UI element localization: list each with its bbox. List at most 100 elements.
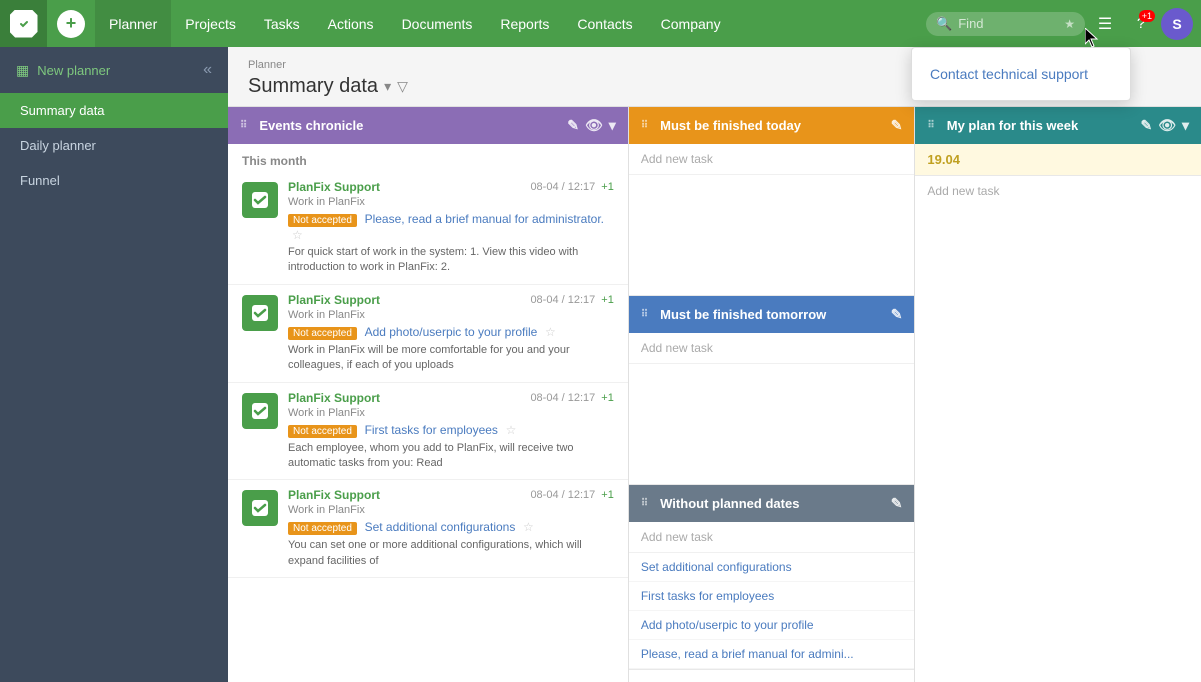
today-empty-area [629,175,915,295]
eye-icon[interactable]: 👁 [585,117,603,134]
today-add-task[interactable]: Add new task [629,144,915,175]
contact-support-link[interactable]: Contact technical support [930,62,1112,86]
event-plus: +1 [601,392,614,404]
edit-icon[interactable]: ✎ [567,117,579,134]
nav-item-actions[interactable]: Actions [314,0,388,47]
task-link-item[interactable]: Set additional configurations [629,553,915,582]
sidebar-item-summary-data[interactable]: Summary data [0,93,228,128]
my-plan-body: 19.04 Add new task [915,144,1201,682]
content-grid: ⠿ Events chronicle ✎ 👁 ▾ This month [228,107,1201,682]
tomorrow-header-right: ✎ [891,306,903,323]
event-author[interactable]: PlanFix Support [288,293,380,307]
event-project: Work in PlanFix [288,504,614,516]
events-panel-body: This month PlanFix Support 08-04 / 12:17… [228,144,628,682]
no-dates-header: ⠿ Without planned dates ✎ [629,485,915,522]
sidebar-item-funnel[interactable]: Funnel [0,163,228,198]
tomorrow-add-task[interactable]: Add new task [629,333,915,364]
my-plan-title: My plan for this week [947,118,1078,133]
event-author[interactable]: PlanFix Support [288,180,380,194]
search-input[interactable] [958,16,1058,31]
nav-item-company[interactable]: Company [647,0,735,47]
no-dates-title: Without planned dates [660,496,799,511]
today-title: Must be finished today [660,118,801,133]
sidebar-header: ▦ New planner « [0,47,228,93]
edit-icon[interactable]: ✎ [891,117,903,134]
search-box[interactable]: 🔍 ★ [926,12,1085,36]
task-link-item[interactable]: Please, read a brief manual for admini..… [629,640,915,669]
today-header-left: ⠿ Must be finished today [641,118,801,133]
sidebar-collapse-button[interactable]: « [203,61,212,79]
nav-item-projects[interactable]: Projects [171,0,250,47]
no-dates-section: ⠿ Without planned dates ✎ Add new task S… [629,485,915,670]
events-title: Events chronicle [259,118,363,133]
event-avatar [242,393,278,429]
event-meta: PlanFix Support 08-04 / 12:17 +1 [288,293,614,307]
task-link-item[interactable]: Add photo/userpic to your profile [629,611,915,640]
drag-handle-icon: ⠿ [641,309,648,320]
hamburger-icon: ☰ [1098,14,1112,34]
help-button[interactable]: ? +1 [1125,8,1157,40]
chevron-down-icon[interactable]: ▾ [1182,117,1189,134]
logo-button[interactable] [0,0,47,47]
event-description: Each employee, whom you add to PlanFix, … [288,441,614,472]
no-dates-header-left: ⠿ Without planned dates [641,496,800,511]
nav-item-planner[interactable]: Planner [95,0,171,47]
event-description: You can set one or more additional confi… [288,538,614,569]
star-icon[interactable]: ☆ [292,228,303,242]
tomorrow-title: Must be finished tomorrow [660,307,826,322]
my-plan-panel: ⠿ My plan for this week ✎ 👁 ▾ 19.04 Add … [915,107,1201,682]
my-plan-header-left: ⠿ My plan for this week [927,118,1078,133]
star-icon[interactable]: ☆ [506,423,517,437]
new-planner-label: New planner [37,63,110,78]
event-task-row: Not accepted Please, read a brief manual… [288,211,614,242]
nav-right: 🔍 ★ ☰ ? +1 S [926,8,1201,40]
plan-add-task[interactable]: Add new task [915,176,1201,206]
avatar[interactable]: S [1161,8,1193,40]
star-icon[interactable]: ☆ [523,520,534,534]
event-content: PlanFix Support 08-04 / 12:17 +1 Work in… [288,180,614,276]
nav-item-tasks[interactable]: Tasks [250,0,314,47]
event-author[interactable]: PlanFix Support [288,488,380,502]
no-dates-add-task[interactable]: Add new task [629,522,915,553]
drag-handle-icon: ⠿ [240,120,247,131]
event-author[interactable]: PlanFix Support [288,391,380,405]
content: Planner Summary data ▾ ▽ ⠿ Events chroni… [228,47,1201,682]
filter-icon[interactable]: ▽ [397,78,408,95]
nav-item-documents[interactable]: Documents [388,0,487,47]
event-task-link[interactable]: First tasks for employees [365,423,498,437]
help-dropdown: Contact technical support [911,47,1131,101]
event-plus: +1 [601,294,614,306]
add-button[interactable]: + [57,10,85,38]
sidebar-nav: Summary data Daily planner Funnel [0,93,228,198]
nav-item-contacts[interactable]: Contacts [563,0,646,47]
event-task-link[interactable]: Add photo/userpic to your profile [365,325,538,339]
menu-button[interactable]: ☰ [1089,8,1121,40]
new-planner-button[interactable]: ▦ New planner [16,62,110,79]
tomorrow-header: ⠿ Must be finished tomorrow ✎ [629,296,915,333]
nav-item-reports[interactable]: Reports [486,0,563,47]
no-dates-header-right: ✎ [891,495,903,512]
star-icon[interactable]: ☆ [545,325,556,339]
task-link-item[interactable]: First tasks for employees [629,582,915,611]
events-panel: ⠿ Events chronicle ✎ 👁 ▾ This month [228,107,629,682]
event-avatar [242,182,278,218]
event-time: 08-04 / 12:17 [530,181,595,193]
event-description: For quick start of work in the system: 1… [288,245,614,276]
event-task-link[interactable]: Please, read a brief manual for administ… [365,212,604,226]
event-content: PlanFix Support 08-04 / 12:17 +1 Work in… [288,293,614,374]
event-time: 08-04 / 12:17 [530,294,595,306]
no-dates-task-list: Set additional configurationsFirst tasks… [629,553,915,669]
chevron-down-icon[interactable]: ▾ [609,117,616,134]
event-plus: +1 [601,181,614,193]
edit-icon[interactable]: ✎ [891,306,903,323]
event-status-badge: Not accepted [288,425,357,438]
drag-handle-icon: ⠿ [927,120,934,131]
event-task-link[interactable]: Set additional configurations [365,520,516,534]
today-section: ⠿ Must be finished today ✎ Add new task [629,107,915,296]
sidebar-item-daily-planner[interactable]: Daily planner [0,128,228,163]
sidebar: ▦ New planner « Summary data Daily plann… [0,47,228,682]
edit-icon[interactable]: ✎ [891,495,903,512]
title-dropdown-arrow[interactable]: ▾ [384,78,391,95]
eye-icon[interactable]: 👁 [1158,117,1176,134]
edit-icon[interactable]: ✎ [1140,117,1152,134]
